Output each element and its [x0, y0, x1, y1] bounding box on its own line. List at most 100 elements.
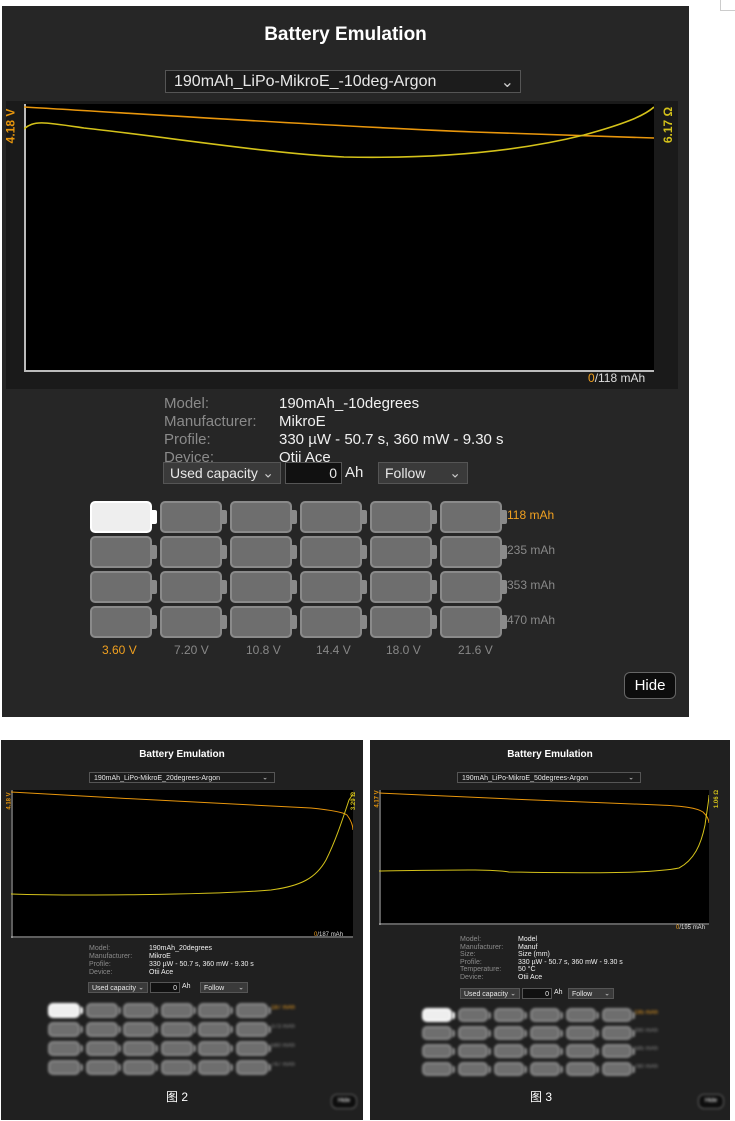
fig2-battery-cell-icon[interactable] — [123, 1060, 155, 1075]
fig2-battery-cell-icon[interactable] — [235, 1060, 268, 1075]
battery-cell-icon[interactable] — [160, 501, 222, 533]
battery-cell-icon[interactable] — [370, 501, 432, 533]
capacity-mode-select[interactable]: Used capacity ⌄ — [163, 462, 281, 484]
battery-cell-icon[interactable] — [300, 606, 362, 638]
fig3-battery-cell-icon[interactable] — [494, 1062, 524, 1076]
battery-terminal-icon — [222, 510, 227, 524]
battery-cell-icon[interactable] — [440, 536, 502, 568]
fig2-battery-cell-icon[interactable] — [160, 1022, 193, 1037]
fig3-capacity-unit: Ah — [554, 989, 563, 996]
fig3-battery-cell-icon[interactable] — [530, 1026, 560, 1040]
follow-select[interactable]: Follow ⌄ — [378, 462, 468, 484]
fig2-battery-cell-icon[interactable] — [198, 1003, 230, 1018]
battery-cell-icon[interactable] — [300, 501, 362, 533]
fig2-battery-cell-icon[interactable] — [160, 1041, 193, 1056]
fig3-capacity-total: /195 mAh — [679, 925, 706, 931]
battery-profile-select[interactable]: 190mAh_LiPo-MikroE_-10deg-Argon ⌄ — [165, 70, 521, 93]
fig3-battery-cell-icon[interactable] — [530, 1008, 560, 1022]
fig3-battery-cell-icon[interactable] — [566, 1008, 596, 1022]
fig3-battery-cell-icon[interactable] — [602, 1026, 632, 1040]
battery-cell-icon[interactable] — [440, 606, 502, 638]
fig3-capacity-input[interactable]: 0 — [522, 988, 552, 999]
fig2-battery-cell-icon[interactable] — [85, 1041, 118, 1056]
fig3-battery-cell-icon[interactable] — [458, 1044, 488, 1058]
fig2-battery-cell-icon[interactable] — [48, 1022, 80, 1037]
fig3-battery-cell-icon[interactable] — [566, 1026, 596, 1040]
fig2-profile-select[interactable]: 190mAh_LiPo-MikroE_20degrees-Argon ⌄ — [89, 772, 275, 783]
fig3-battery-cell-icon[interactable] — [422, 1044, 452, 1058]
fig2-battery-cell-icon[interactable] — [123, 1022, 155, 1037]
fig3-battery-cell-icon[interactable] — [458, 1026, 488, 1040]
fig3-battery-cell-icon[interactable] — [422, 1008, 452, 1022]
fig3-profile-select[interactable]: 190mAh_LiPo-MikroE_50degrees-Argon ⌄ — [457, 772, 641, 783]
fig3-follow-select[interactable]: Follow ⌄ — [568, 988, 614, 999]
battery-cell-icon[interactable] — [370, 571, 432, 603]
fig3-battery-cell-icon[interactable] — [458, 1062, 488, 1076]
fig2-battery-cell-icon[interactable] — [160, 1003, 193, 1018]
fig3-profile-label: Profile: — [460, 958, 482, 966]
battery-cell-icon[interactable] — [370, 606, 432, 638]
fig3-caption: 图 3 — [530, 1090, 553, 1104]
battery-terminal-icon — [362, 615, 367, 629]
fig2-follow-select[interactable]: Follow ⌄ — [200, 982, 248, 993]
fig2-hide-button[interactable]: Hide — [331, 1094, 357, 1109]
fig3-battery-cell-icon[interactable] — [494, 1044, 524, 1058]
fig3-battery-cell-icon[interactable] — [458, 1008, 488, 1022]
fig2-battery-cell-icon[interactable] — [235, 1003, 268, 1018]
fig3-battery-cell-icon[interactable] — [530, 1044, 560, 1058]
fig3-battery-cell-icon[interactable] — [566, 1062, 596, 1076]
battery-cell-icon[interactable] — [230, 536, 292, 568]
fig3-battery-cell-icon[interactable] — [494, 1026, 524, 1040]
battery-cell-icon[interactable] — [440, 571, 502, 603]
fig3-battery-cell-icon[interactable] — [602, 1008, 632, 1022]
fig3-curve-chart[interactable] — [379, 790, 709, 925]
battery-cell-icon[interactable] — [230, 571, 292, 603]
battery-cell-icon[interactable] — [230, 606, 292, 638]
battery-cell-icon[interactable] — [90, 501, 152, 533]
fig3-battery-cell-icon[interactable] — [602, 1062, 632, 1076]
fig2-battery-cell-icon[interactable] — [198, 1060, 230, 1075]
battery-curve-chart[interactable] — [24, 104, 654, 372]
battery-cell-icon[interactable] — [300, 571, 362, 603]
fig2-battery-cell-icon[interactable] — [160, 1060, 193, 1075]
fig2-battery-cell-icon[interactable] — [48, 1003, 80, 1018]
fig2-battery-cell-icon[interactable] — [198, 1041, 230, 1056]
battery-cell-icon[interactable] — [300, 536, 362, 568]
fig2-battery-cell-icon[interactable] — [48, 1060, 80, 1075]
profile-value: 330 µW - 50.7 s, 360 mW - 9.30 s — [279, 431, 504, 448]
fig3-hide-button[interactable]: Hide — [698, 1094, 724, 1109]
fig2-battery-cell-icon[interactable] — [85, 1022, 118, 1037]
battery-cell-icon[interactable] — [160, 536, 222, 568]
battery-cell-icon[interactable] — [370, 536, 432, 568]
capacity-input[interactable]: 0 — [285, 462, 342, 484]
battery-cell-icon[interactable] — [90, 536, 152, 568]
fig3-battery-cell-icon[interactable] — [494, 1008, 524, 1022]
fig2-capacity-input[interactable]: 0 — [150, 982, 180, 993]
battery-cell-icon[interactable] — [230, 501, 292, 533]
page-corner-mark — [720, 0, 735, 11]
fig3-battery-cell-icon[interactable] — [602, 1044, 632, 1058]
battery-cell-icon[interactable] — [90, 606, 152, 638]
fig3-battery-cell-icon[interactable] — [422, 1026, 452, 1040]
fig2-battery-cell-icon[interactable] — [123, 1003, 155, 1018]
fig2-battery-cell-icon[interactable] — [198, 1022, 230, 1037]
hide-button[interactable]: Hide — [624, 672, 676, 699]
fig3-battery-cell-icon[interactable] — [530, 1062, 560, 1076]
battery-cell-icon[interactable] — [90, 571, 152, 603]
fig2-battery-cell-icon[interactable] — [235, 1041, 268, 1056]
fig3-capacity-mode-select[interactable]: Used capacity ⌄ — [460, 988, 520, 999]
fig2-battery-cell-icon[interactable] — [85, 1003, 118, 1018]
fig2-battery-cell-icon[interactable] — [85, 1060, 118, 1075]
battery-cell-icon[interactable] — [160, 571, 222, 603]
fig2-curve-chart[interactable] — [11, 790, 353, 938]
battery-terminal-icon — [152, 580, 157, 594]
fig2-battery-cell-icon[interactable] — [123, 1041, 155, 1056]
battery-cell-icon[interactable] — [440, 501, 502, 533]
fig2-battery-terminal-icon — [155, 1064, 158, 1071]
fig2-capacity-mode-select[interactable]: Used capacity ⌄ — [88, 982, 148, 993]
fig3-battery-cell-icon[interactable] — [422, 1062, 452, 1076]
battery-cell-icon[interactable] — [160, 606, 222, 638]
fig3-battery-cell-icon[interactable] — [566, 1044, 596, 1058]
fig2-battery-cell-icon[interactable] — [235, 1022, 268, 1037]
fig2-battery-cell-icon[interactable] — [48, 1041, 80, 1056]
